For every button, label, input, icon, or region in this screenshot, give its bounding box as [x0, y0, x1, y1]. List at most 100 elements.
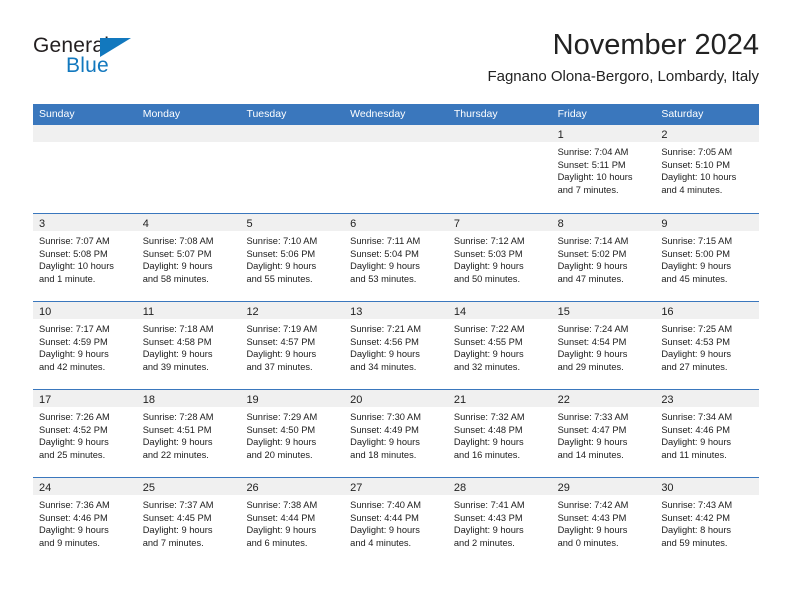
sunset-line: Sunset: 4:54 PM [557, 336, 627, 347]
calendar-day-cell[interactable]: 10 Sunrise: 7:17 AM Sunset: 4:59 PM Dayligh… [33, 302, 137, 389]
daylight-line-2: and 42 minutes. [39, 361, 106, 372]
calendar-day-cell[interactable]: 6 Sunrise: 7:11 AM Sunset: 5:04 PM Daylight… [344, 214, 448, 301]
calendar-day-cell[interactable]: 17 Sunrise: 7:26 AM Sunset: 4:52 PM Dayligh… [33, 390, 137, 477]
sunrise-line: Sunrise: 7:10 AM [246, 236, 318, 246]
sunrise-line: Sunrise: 7:36 AM [39, 500, 110, 510]
logo-text-blue: Blue [66, 54, 109, 77]
calendar-day-cell[interactable]: 14 Sunrise: 7:22 AM Sunset: 4:55 PM Dayligh… [447, 302, 552, 389]
sunrise-line: Sunrise: 7:43 AM [661, 500, 733, 510]
day-number-strip: 9 [655, 214, 760, 231]
calendar-day-cell[interactable]: 4 Sunrise: 7:08 AM Sunset: 5:07 PM Daylight… [136, 214, 241, 301]
day-details: Sunrise: 7:04 AM Sunset: 5:11 PM Daylight:… [552, 142, 656, 196]
calendar-day-cell[interactable]: 16 Sunrise: 7:25 AM Sunset: 4:53 PM Dayligh… [655, 302, 760, 389]
day-number-strip: 2 [655, 125, 760, 142]
sunrise-line: Sunrise: 7:22 AM [453, 324, 525, 334]
sunrise-line: Sunrise: 7:08 AM [142, 236, 214, 246]
calendar-day-cell[interactable]: 23 Sunrise: 7:34 AM Sunset: 4:46 PM Dayligh… [655, 390, 760, 477]
day-details: Sunrise: 7:42 AM Sunset: 4:43 PM Daylight:… [552, 495, 656, 549]
daylight-line-1: Daylight: 9 hours [453, 349, 524, 360]
calendar-day-cell[interactable]: 21 Sunrise: 7:32 AM Sunset: 4:48 PM Dayligh… [447, 390, 552, 477]
weekday-header-friday: Friday [557, 108, 587, 120]
calendar-day-cell[interactable]: 25 Sunrise: 7:37 AM Sunset: 4:45 PM Dayligh… [136, 478, 241, 565]
day-number: 18 [142, 394, 155, 406]
day-number-strip: 17 [33, 390, 137, 407]
sunrise-line: Sunrise: 7:37 AM [142, 500, 214, 510]
weekday-header-monday: Monday [142, 108, 181, 120]
sunrise-line: Sunrise: 7:26 AM [39, 412, 110, 422]
calendar-day-cell[interactable]: 8 Sunrise: 7:14 AM Sunset: 5:02 PM Daylight… [551, 214, 656, 301]
daylight-line-1: Daylight: 9 hours [39, 349, 109, 360]
calendar-day-cell[interactable]: 2 Sunrise: 7:05 AM Sunset: 5:10 PM Daylight… [655, 125, 760, 213]
sunset-line: Sunset: 4:43 PM [453, 512, 523, 523]
day-details: Sunrise: 7:24 AM Sunset: 4:54 PM Daylight:… [552, 319, 656, 373]
day-number-strip: 12 [240, 302, 345, 319]
sunrise-line: Sunrise: 7:40 AM [350, 500, 421, 510]
day-number-strip: 10 [33, 302, 137, 319]
calendar-day-cell[interactable]: 7 Sunrise: 7:12 AM Sunset: 5:03 PM Daylight… [447, 214, 552, 301]
calendar-day-cell[interactable]: 15 Sunrise: 7:24 AM Sunset: 4:54 PM Dayligh… [551, 302, 656, 389]
calendar-day-cell[interactable]: 3 Sunrise: 7:07 AM Sunset: 5:08 PM Daylight… [33, 214, 137, 301]
sunset-line: Sunset: 5:00 PM [661, 248, 731, 259]
day-number-strip: 16 [655, 302, 760, 319]
daylight-line-2: and 16 minutes. [453, 449, 521, 460]
day-details: Sunrise: 7:36 AM Sunset: 4:46 PM Daylight:… [33, 495, 137, 549]
day-number: 21 [453, 394, 467, 406]
calendar-day-cell[interactable]: 1 Sunrise: 7:04 AM Sunset: 5:11 PM Daylight… [551, 125, 656, 213]
sunrise-line: Sunrise: 7:25 AM [661, 324, 733, 334]
day-number-strip: 19 [240, 390, 345, 407]
sunrise-line: Sunrise: 7:18 AM [142, 324, 214, 334]
daylight-line-2: and 6 minutes. [246, 537, 308, 548]
sunset-line: Sunset: 4:52 PM [39, 424, 108, 435]
sunset-line: Sunset: 4:44 PM [246, 512, 316, 523]
day-details [344, 142, 448, 146]
day-details: Sunrise: 7:22 AM Sunset: 4:55 PM Daylight:… [448, 319, 552, 373]
day-details [137, 142, 241, 146]
calendar-day-cell-empty [33, 125, 137, 213]
calendar-day-cell[interactable]: 30 Sunrise: 7:43 AM Sunset: 4:42 PM Dayligh… [655, 478, 760, 565]
sunrise-line: Sunrise: 7:05 AM [661, 147, 733, 157]
calendar-weeks: 1 Sunrise: 7:04 AM Sunset: 5:11 PM Daylight… [33, 125, 760, 565]
sunrise-line: Sunrise: 7:24 AM [557, 324, 629, 334]
calendar-day-cell-empty [136, 125, 241, 213]
calendar-day-cell[interactable]: 26 Sunrise: 7:38 AM Sunset: 4:44 PM Dayligh… [240, 478, 345, 565]
calendar-day-cell[interactable]: 12 Sunrise: 7:19 AM Sunset: 4:57 PM Dayligh… [240, 302, 345, 389]
calendar-day-cell[interactable]: 11 Sunrise: 7:18 AM Sunset: 4:58 PM Dayligh… [136, 302, 241, 389]
daylight-line-1: Daylight: 9 hours [557, 349, 628, 360]
weekday-header-saturday: Saturday [661, 108, 704, 120]
daylight-line-1: Daylight: 9 hours [453, 525, 524, 536]
daylight-line-2: and 29 minutes. [557, 361, 624, 372]
day-details: Sunrise: 7:33 AM Sunset: 4:47 PM Daylight:… [552, 407, 656, 461]
calendar-day-cell[interactable]: 29 Sunrise: 7:42 AM Sunset: 4:43 PM Dayligh… [551, 478, 656, 565]
daylight-line-1: Daylight: 9 hours [661, 437, 732, 448]
calendar-day-cell[interactable]: 5 Sunrise: 7:10 AM Sunset: 5:06 PM Daylight… [240, 214, 345, 301]
calendar-day-cell[interactable]: 18 Sunrise: 7:28 AM Sunset: 4:51 PM Dayligh… [136, 390, 241, 477]
daylight-line-2: and 34 minutes. [350, 361, 417, 372]
calendar-day-cell[interactable]: 24 Sunrise: 7:36 AM Sunset: 4:46 PM Dayligh… [33, 478, 137, 565]
day-number: 15 [557, 306, 570, 318]
daylight-line-1: Daylight: 9 hours [350, 349, 420, 360]
day-details: Sunrise: 7:08 AM Sunset: 5:07 PM Daylight:… [137, 231, 241, 285]
day-details: Sunrise: 7:05 AM Sunset: 5:10 PM Daylight:… [655, 142, 759, 196]
calendar-day-cell[interactable]: 19 Sunrise: 7:29 AM Sunset: 4:50 PM Dayligh… [240, 390, 345, 477]
daylight-line-2: and 53 minutes. [350, 273, 417, 284]
day-number: 2 [661, 129, 668, 141]
calendar-week-row: 1 Sunrise: 7:04 AM Sunset: 5:11 PM Daylight… [33, 125, 760, 213]
day-details: Sunrise: 7:29 AM Sunset: 4:50 PM Daylight:… [240, 407, 344, 461]
calendar-day-cell[interactable]: 28 Sunrise: 7:41 AM Sunset: 4:43 PM Dayligh… [447, 478, 552, 565]
day-number: 19 [246, 394, 259, 406]
calendar-day-cell[interactable]: 22 Sunrise: 7:33 AM Sunset: 4:47 PM Dayligh… [551, 390, 656, 477]
day-number: 8 [557, 218, 564, 230]
sunrise-line: Sunrise: 7:19 AM [246, 324, 318, 334]
day-number-strip: 24 [33, 478, 137, 495]
calendar-day-cell[interactable]: 13 Sunrise: 7:21 AM Sunset: 4:56 PM Dayligh… [344, 302, 448, 389]
calendar-day-cell[interactable]: 9 Sunrise: 7:15 AM Sunset: 5:00 PM Daylight… [655, 214, 760, 301]
day-number-strip [344, 125, 448, 142]
sunrise-line: Sunrise: 7:33 AM [557, 412, 629, 422]
day-number: 4 [142, 218, 149, 230]
calendar-day-cell[interactable]: 27 Sunrise: 7:40 AM Sunset: 4:44 PM Dayligh… [344, 478, 448, 565]
daylight-line-2: and 9 minutes. [39, 537, 100, 548]
general-blue-logo[interactable]: General Blue [33, 34, 213, 90]
day-number: 3 [39, 218, 46, 230]
day-number: 17 [39, 394, 52, 406]
calendar-day-cell[interactable]: 20 Sunrise: 7:30 AM Sunset: 4:49 PM Dayligh… [344, 390, 448, 477]
